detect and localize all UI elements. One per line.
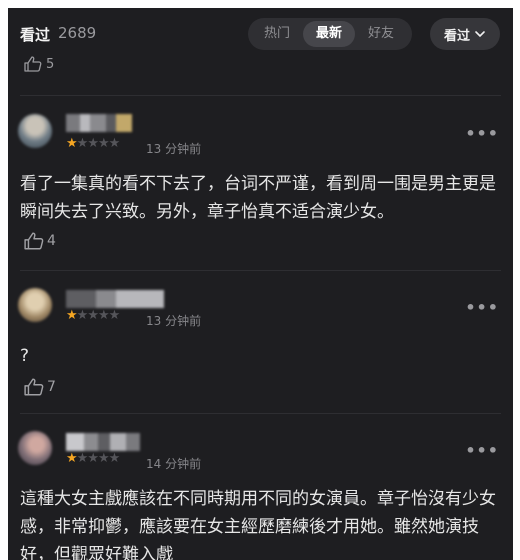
rating-stars: ★ ★ ★ ★ ★ xyxy=(66,136,121,151)
star-empty-icon: ★ xyxy=(87,136,99,151)
comments-panel: 看过 2689 热门 最新 好友 看过 5 ★ ★ ★ ★ ★ 13 分钟前 •… xyxy=(8,8,513,560)
star-empty-icon: ★ xyxy=(97,136,110,151)
star-empty-icon: ★ xyxy=(108,451,121,466)
watched-filter-dropdown[interactable]: 看过 xyxy=(430,18,500,50)
star-empty-icon: ★ xyxy=(87,451,99,466)
star-empty-icon: ★ xyxy=(97,451,110,466)
comment-time: 14 分钟前 xyxy=(146,457,202,471)
avatar[interactable] xyxy=(18,431,52,465)
avatar[interactable] xyxy=(18,114,52,148)
star-empty-icon: ★ xyxy=(76,136,89,151)
star-empty-icon: ★ xyxy=(97,308,110,323)
divider xyxy=(20,413,501,414)
thumbs-up-icon xyxy=(24,232,44,250)
comment-text: 看了一集真的看不下去了，台词不严谨，看到周一围是男主更是瞬间失去了兴致。另外，章… xyxy=(20,174,496,222)
header-title: 看过 xyxy=(20,26,51,44)
rating-stars: ★ ★ ★ ★ ★ xyxy=(66,308,121,323)
previous-like-count: 5 xyxy=(46,56,55,72)
comment-time: 13 分钟前 xyxy=(146,142,202,156)
header-count: 2689 xyxy=(58,24,97,42)
star-filled-icon: ★ xyxy=(66,308,78,323)
previous-like-button[interactable]: 5 xyxy=(24,56,54,72)
star-empty-icon: ★ xyxy=(108,308,121,323)
star-empty-icon: ★ xyxy=(76,451,89,466)
tab-latest[interactable]: 最新 xyxy=(303,21,355,47)
rating-stars: ★ ★ ★ ★ ★ xyxy=(66,451,121,466)
chevron-down-icon xyxy=(475,31,485,38)
tab-hot[interactable]: 热门 xyxy=(251,21,303,47)
watched-filter-label: 看过 xyxy=(443,28,470,44)
star-filled-icon: ★ xyxy=(66,136,78,151)
like-count: 7 xyxy=(47,379,56,395)
star-filled-icon: ★ xyxy=(66,451,78,466)
thumbs-up-icon xyxy=(24,378,44,396)
star-empty-icon: ★ xyxy=(108,136,121,151)
more-dots-icon[interactable]: ••• xyxy=(465,124,499,143)
comment-time: 13 分钟前 xyxy=(146,314,202,328)
like-count: 4 xyxy=(47,233,56,249)
divider xyxy=(20,270,501,271)
avatar[interactable] xyxy=(18,288,52,322)
thumbs-up-icon xyxy=(24,56,42,72)
more-dots-icon[interactable]: ••• xyxy=(465,441,499,460)
star-empty-icon: ★ xyxy=(87,308,99,323)
filter-tabs: 热门 最新 好友 xyxy=(248,18,412,50)
like-button[interactable]: 7 xyxy=(24,378,56,396)
divider xyxy=(20,95,501,96)
more-dots-icon[interactable]: ••• xyxy=(465,298,499,317)
tab-friends[interactable]: 好友 xyxy=(355,21,407,47)
username[interactable] xyxy=(66,114,132,132)
username[interactable] xyxy=(66,290,164,308)
comment-text: ? xyxy=(20,346,30,366)
like-button[interactable]: 4 xyxy=(24,232,56,250)
comments-header: 看过 2689 热门 最新 好友 看过 xyxy=(8,8,513,60)
username[interactable] xyxy=(66,433,140,451)
comment-text: 這種大女主戲應該在不同時期用不同的女演員。章子怡沒有少女感，非常抑鬱，應該要在女… xyxy=(20,489,496,560)
star-empty-icon: ★ xyxy=(76,308,89,323)
